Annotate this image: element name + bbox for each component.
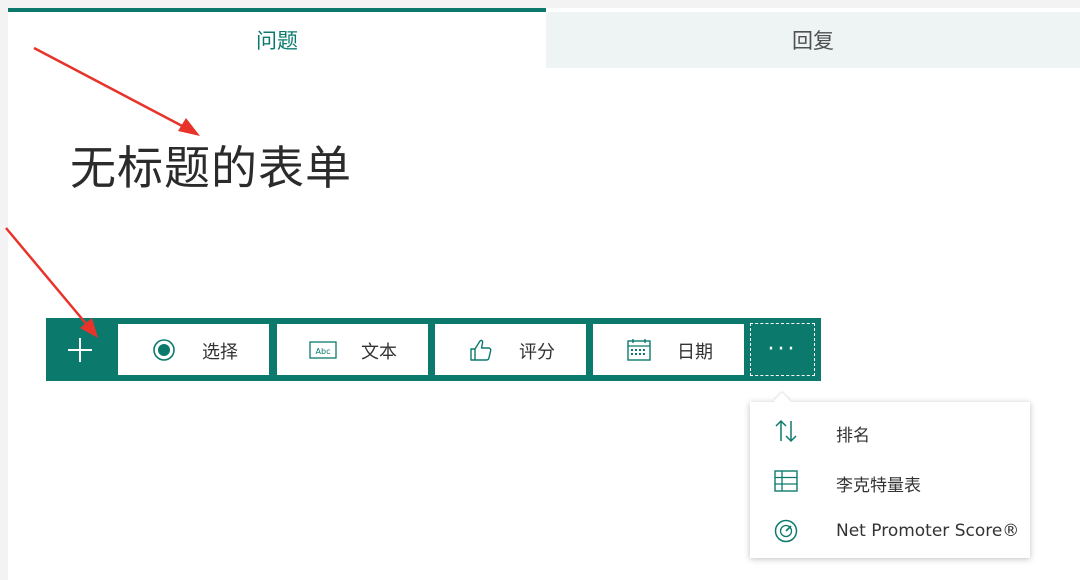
menu-item-likert-label: 李克特量表 <box>836 476 921 496</box>
add-new-button[interactable] <box>46 318 114 381</box>
menu-item-ranking[interactable]: 排名 <box>750 408 1030 454</box>
rating-label: 评分 <box>519 342 555 363</box>
choice-button[interactable]: 选择 <box>118 324 269 375</box>
date-label: 日期 <box>677 342 713 363</box>
more-options-menu: 排名 李克特量表 Net Promoter Score® <box>750 402 1030 558</box>
top-margin <box>0 0 1080 8</box>
tab-responses-label: 回复 <box>792 29 834 53</box>
left-margin <box>0 0 8 580</box>
rating-button[interactable]: 评分 <box>435 324 586 375</box>
tab-questions-label: 问题 <box>256 29 298 53</box>
more-icon: ··· <box>767 337 798 362</box>
thumbs-up-icon <box>467 336 495 364</box>
menu-item-net-promoter-score[interactable]: Net Promoter Score® <box>750 508 1030 554</box>
plus-icon <box>68 337 92 362</box>
tab-bar: 问题 回复 <box>8 8 1080 68</box>
text-abc-icon: Abc <box>309 336 337 364</box>
more-options-button[interactable]: ··· <box>750 323 815 376</box>
add-question-toolbar: 选择 Abc 文本 评分 日期 ··· <box>46 318 821 381</box>
choice-label: 选择 <box>202 342 238 363</box>
gauge-icon <box>772 517 800 545</box>
menu-item-ranking-label: 排名 <box>836 426 870 446</box>
sort-arrows-icon <box>772 417 800 445</box>
text-button[interactable]: Abc 文本 <box>277 324 428 375</box>
menu-item-likert[interactable]: 李克特量表 <box>750 458 1030 504</box>
radio-icon <box>150 336 178 364</box>
menu-item-net-promoter-score-label: Net Promoter Score® <box>836 521 1020 541</box>
tab-responses[interactable]: 回复 <box>546 12 1080 68</box>
date-button[interactable]: 日期 <box>593 324 744 375</box>
form-title[interactable]: 无标题的表单 <box>70 132 352 198</box>
svg-text:Abc: Abc <box>316 347 331 356</box>
grid-table-icon <box>772 467 800 495</box>
tab-questions[interactable]: 问题 <box>8 8 546 68</box>
calendar-icon <box>625 336 653 364</box>
text-label: 文本 <box>361 342 397 363</box>
